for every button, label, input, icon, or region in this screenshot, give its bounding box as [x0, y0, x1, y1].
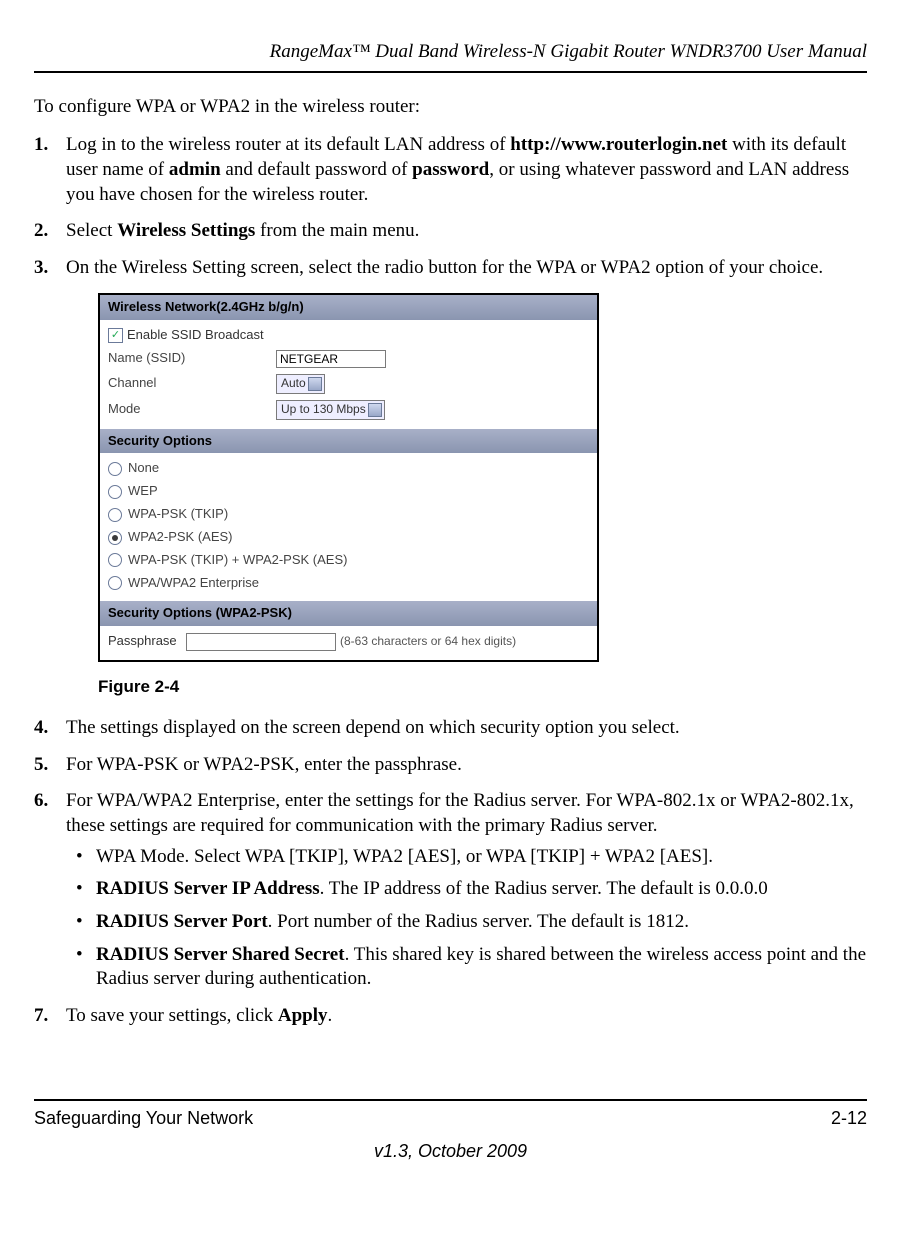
step-text: The settings displayed on the screen dep…	[66, 717, 680, 738]
step-number: 7.	[34, 1004, 48, 1029]
passphrase-row: Passphrase (8-63 characters or 64 hex di…	[108, 630, 589, 654]
security-option-wpa2-aes[interactable]: WPA2-PSK (AES)	[108, 526, 589, 549]
step-5: 5. For WPA-PSK or WPA2-PSK, enter the pa…	[34, 753, 867, 778]
step-number: 1.	[34, 133, 48, 158]
step-7: 7. To save your settings, click Apply.	[34, 1004, 867, 1029]
figure-security-body: None WEP WPA-PSK (TKIP) WPA2-PSK (AES) W…	[100, 453, 597, 600]
radio-icon[interactable]	[108, 508, 122, 522]
radio-icon[interactable]	[108, 485, 122, 499]
bullet-radius-secret: RADIUS Server Shared Secret. This shared…	[72, 943, 867, 992]
bullet-radius-port: RADIUS Server Port. Port number of the R…	[72, 910, 867, 935]
footer-page-number: 2-12	[831, 1107, 867, 1130]
bullet-wpa-mode: WPA Mode. Select WPA [TKIP], WPA2 [AES],…	[72, 845, 867, 870]
figure-caption: Figure 2-4	[98, 676, 867, 698]
name-ssid-input[interactable]	[276, 350, 386, 368]
header-rule	[34, 71, 867, 73]
option-label: WPA2-PSK (AES)	[128, 529, 233, 546]
figure-passphrase-body: Passphrase (8-63 characters or 64 hex di…	[100, 626, 597, 660]
option-label: WEP	[128, 483, 158, 500]
channel-row: Channel Auto	[108, 371, 589, 397]
steps-list: 1. Log in to the wireless router at its …	[34, 133, 867, 1028]
mode-row: Mode Up to 130 Mbps	[108, 397, 589, 423]
step-6-bullets: WPA Mode. Select WPA [TKIP], WPA2 [AES],…	[72, 845, 867, 992]
footer-section-title: Safeguarding Your Network	[34, 1107, 253, 1130]
step-text: To save your settings, click	[66, 1005, 278, 1026]
step-bold: admin	[169, 159, 221, 180]
passphrase-input[interactable]	[186, 633, 336, 651]
step-2: 2. Select Wireless Settings from the mai…	[34, 219, 867, 244]
bullet-radius-ip: RADIUS Server IP Address. The IP address…	[72, 877, 867, 902]
step-number: 4.	[34, 716, 48, 741]
footer-version: v1.3, October 2009	[34, 1140, 867, 1163]
bullet-bold: RADIUS Server Shared Secret	[96, 944, 345, 965]
mode-label: Mode	[108, 401, 276, 418]
step-bold: Apply	[278, 1005, 328, 1026]
channel-label: Channel	[108, 375, 276, 392]
figure-box: Wireless Network(2.4GHz b/g/n) ✓ Enable …	[98, 293, 599, 662]
bullet-text: . The IP address of the Radius server. T…	[320, 878, 768, 899]
enable-ssid-label: Enable SSID Broadcast	[127, 327, 264, 344]
step-text: from the main menu.	[255, 220, 419, 241]
step-3: 3. On the Wireless Setting screen, selec…	[34, 256, 867, 698]
security-option-wep[interactable]: WEP	[108, 480, 589, 503]
step-text: .	[328, 1005, 333, 1026]
enable-ssid-row: ✓ Enable SSID Broadcast	[108, 324, 589, 347]
name-ssid-row: Name (SSID)	[108, 347, 589, 371]
security-option-wpa-tkip[interactable]: WPA-PSK (TKIP)	[108, 503, 589, 526]
name-ssid-label: Name (SSID)	[108, 350, 276, 367]
figure-section-wireless-network: Wireless Network(2.4GHz b/g/n)	[100, 295, 597, 320]
step-4: 4. The settings displayed on the screen …	[34, 716, 867, 741]
enable-ssid-checkbox[interactable]: ✓	[108, 328, 123, 343]
radio-icon[interactable]	[108, 553, 122, 567]
step-number: 6.	[34, 789, 48, 814]
security-option-none[interactable]: None	[108, 457, 589, 480]
figure-section-security-wpa2psk: Security Options (WPA2-PSK)	[100, 601, 597, 626]
bullet-text: WPA Mode. Select WPA [TKIP], WPA2 [AES],…	[96, 846, 713, 867]
bullet-bold: RADIUS Server IP Address	[96, 878, 320, 899]
step-6: 6. For WPA/WPA2 Enterprise, enter the se…	[34, 789, 867, 992]
option-label: None	[128, 460, 159, 477]
radio-icon[interactable]	[108, 576, 122, 590]
step-text: For WPA-PSK or WPA2-PSK, enter the passp…	[66, 754, 462, 775]
step-text: For WPA/WPA2 Enterprise, enter the setti…	[66, 790, 854, 836]
step-bold: Wireless Settings	[117, 220, 255, 241]
step-text: On the Wireless Setting screen, select t…	[66, 257, 823, 278]
step-text: Log in to the wireless router at its def…	[66, 134, 510, 155]
step-number: 3.	[34, 256, 48, 281]
figure-section-security-options: Security Options	[100, 429, 597, 454]
security-option-enterprise[interactable]: WPA/WPA2 Enterprise	[108, 572, 589, 595]
step-number: 5.	[34, 753, 48, 778]
bullet-bold: RADIUS Server Port	[96, 911, 268, 932]
mode-select[interactable]: Up to 130 Mbps	[276, 400, 385, 420]
footer-row: Safeguarding Your Network 2-12	[34, 1107, 867, 1130]
step-text: Select	[66, 220, 117, 241]
page-header-title: RangeMax™ Dual Band Wireless-N Gigabit R…	[34, 40, 867, 65]
figure-wireless-body: ✓ Enable SSID Broadcast Name (SSID) Chan…	[100, 320, 597, 429]
step-1: 1. Log in to the wireless router at its …	[34, 133, 867, 207]
security-option-combo[interactable]: WPA-PSK (TKIP) + WPA2-PSK (AES)	[108, 549, 589, 572]
passphrase-label: Passphrase	[108, 633, 186, 650]
channel-select[interactable]: Auto	[276, 374, 325, 394]
passphrase-hint: (8-63 characters or 64 hex digits)	[340, 634, 516, 650]
step-number: 2.	[34, 219, 48, 244]
intro-text: To configure WPA or WPA2 in the wireless…	[34, 95, 867, 120]
radio-icon[interactable]	[108, 531, 122, 545]
option-label: WPA-PSK (TKIP) + WPA2-PSK (AES)	[128, 552, 347, 569]
step-bold: http://www.routerlogin.net	[510, 134, 727, 155]
radio-icon[interactable]	[108, 462, 122, 476]
option-label: WPA/WPA2 Enterprise	[128, 575, 259, 592]
step-bold: password	[412, 159, 489, 180]
page-footer: Safeguarding Your Network 2-12 v1.3, Oct…	[34, 1099, 867, 1164]
figure-2-4: Wireless Network(2.4GHz b/g/n) ✓ Enable …	[98, 293, 867, 662]
option-label: WPA-PSK (TKIP)	[128, 506, 228, 523]
footer-rule	[34, 1099, 867, 1101]
step-text: and default password of	[221, 159, 413, 180]
bullet-text: . Port number of the Radius server. The …	[268, 911, 689, 932]
